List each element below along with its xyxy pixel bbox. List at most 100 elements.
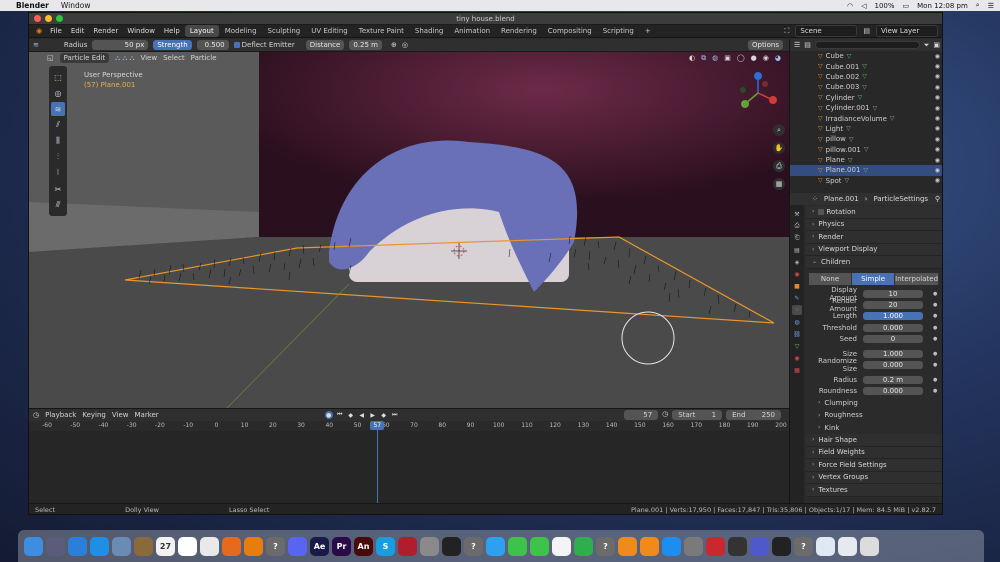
panel-physics[interactable]: › Physics xyxy=(806,218,942,231)
messages-bubble-icon[interactable] xyxy=(486,536,505,556)
visibility-eye-icon[interactable]: ◉ xyxy=(935,73,940,80)
grid-icon[interactable]: ▦ xyxy=(773,178,785,190)
add-tool[interactable]: ⫼ xyxy=(51,134,65,148)
tab-modeling[interactable]: Modeling xyxy=(220,25,262,37)
timeline-ruler[interactable]: -60 -50 -40 -30 -20 -10 0 10 20 30 40 50 60 70 80 90 100… xyxy=(29,421,789,431)
options-dropdown[interactable]: Options xyxy=(747,40,783,50)
property-value-field[interactable]: 20 xyxy=(863,301,923,309)
calendar-icon[interactable]: 27 xyxy=(156,536,175,556)
property-value-field[interactable]: 0 xyxy=(863,335,923,343)
panel-rotation[interactable]: › Rotation xyxy=(806,206,942,219)
children-simple-button[interactable]: Simple xyxy=(852,272,896,285)
outliner-row[interactable]: ▽ Cube.001 ▽ ◉ xyxy=(790,61,942,71)
menu-window[interactable]: Window xyxy=(123,27,159,35)
output-tab-icon[interactable]: ⎗ xyxy=(792,233,802,243)
skype-icon[interactable]: S xyxy=(376,536,395,556)
puff-tool[interactable]: ⦚ xyxy=(51,166,65,180)
preview-range-icon[interactable]: ◷ xyxy=(662,410,668,420)
property-value-field[interactable]: 0.2 m xyxy=(863,376,923,384)
property-value-field[interactable]: 0.000 xyxy=(863,387,923,395)
current-frame-field[interactable]: 57 xyxy=(624,410,659,420)
search-icon[interactable]: ⌕ xyxy=(976,1,980,10)
outliner-row[interactable]: ▽ Cube.002 ▽ ◉ xyxy=(790,72,942,82)
camera-icon[interactable]: ⎙ xyxy=(773,160,785,172)
cut-tool[interactable]: ✂ xyxy=(51,182,65,196)
battery-percent[interactable]: 100% xyxy=(875,2,895,10)
teams-icon[interactable] xyxy=(750,536,769,556)
keyframe-dot-icon[interactable]: ● xyxy=(933,325,939,331)
viewport-menu-select[interactable]: Select xyxy=(163,54,185,62)
visibility-eye-icon[interactable]: ◉ xyxy=(935,53,940,60)
timeline-area[interactable] xyxy=(29,431,789,503)
children-none-button[interactable]: None xyxy=(809,272,853,285)
books-icon[interactable] xyxy=(640,536,659,556)
chrome-icon[interactable] xyxy=(200,536,219,556)
xray-icon[interactable]: ▣ xyxy=(724,54,731,63)
visibility-eye-icon[interactable]: ◉ xyxy=(935,115,940,122)
timeline-menu-keying[interactable]: Keying xyxy=(82,411,106,419)
keyframe-dot-icon[interactable]: ● xyxy=(933,291,939,297)
overlay-icon[interactable]: ◍ xyxy=(712,54,718,63)
mail-icon[interactable] xyxy=(816,536,835,556)
outliner-row[interactable]: ▽ pillow.001 ▽ ◉ xyxy=(790,145,942,155)
gizmo-icon[interactable]: ⧉ xyxy=(701,54,706,63)
zoom-icon[interactable]: ⌕ xyxy=(773,124,785,136)
final-cut-icon[interactable] xyxy=(442,536,461,556)
property-value-field[interactable]: 1.000 xyxy=(863,312,923,320)
outliner-row[interactable]: ▽ Cylinder.001 ▽ ◉ xyxy=(790,103,942,113)
visibility-eye-icon[interactable]: ◉ xyxy=(935,167,940,174)
outliner-row[interactable]: ▽ Cube ▽ ◉ xyxy=(790,51,942,61)
strength-label[interactable]: Strength xyxy=(153,40,192,50)
keyframe-dot-icon[interactable]: ● xyxy=(933,377,939,383)
length-tool[interactable]: ⫶ xyxy=(51,150,65,164)
modifier-tab-icon[interactable]: ✎ xyxy=(792,293,802,303)
stickies-icon[interactable] xyxy=(178,536,197,556)
texture-tab-icon[interactable]: ▦ xyxy=(792,365,802,375)
outliner-type-icon[interactable]: ☰ xyxy=(794,41,800,49)
panel[interactable]: › Vertex Groups xyxy=(806,471,942,484)
discord-icon[interactable] xyxy=(288,536,307,556)
scene-selector[interactable]: Scene xyxy=(795,25,858,37)
children-interpolated-button[interactable]: Interpolated xyxy=(895,272,940,285)
keyframe-dot-icon[interactable]: ● xyxy=(933,362,939,368)
finder-icon[interactable] xyxy=(24,536,43,556)
animate-icon[interactable]: An xyxy=(354,536,373,556)
outliner-row[interactable]: ▽ Plane.001 ▽ ◉ xyxy=(790,165,942,176)
pan-hand-icon[interactable]: ✋ xyxy=(773,142,785,154)
keyframe-dot-icon[interactable]: ● xyxy=(933,336,939,342)
start-frame-field[interactable]: Start 1 xyxy=(672,410,723,420)
mode-selector[interactable]: Particle Edit xyxy=(59,53,110,63)
visibility-eye-icon[interactable]: ◉ xyxy=(935,94,940,101)
new-collection-icon[interactable]: ▣ xyxy=(933,41,940,49)
panel-children[interactable]: ⌄ Children xyxy=(806,256,942,269)
navigation-gizmo[interactable] xyxy=(735,70,781,116)
checkbox-icon[interactable] xyxy=(818,208,825,215)
help-icon[interactable]: ? xyxy=(464,536,483,556)
visibility-eye-icon[interactable]: ◉ xyxy=(935,157,940,164)
rendered-shading-icon[interactable]: ◕ xyxy=(775,54,781,63)
visibility-eye-icon[interactable]: ◉ xyxy=(935,125,940,132)
subpanel[interactable]: › Clumping xyxy=(806,397,942,410)
outliner-row[interactable]: ▽ IrradianceVolume ▽ ◉ xyxy=(790,113,942,123)
subpanel[interactable]: › Roughness xyxy=(806,409,942,422)
playhead-badge[interactable]: 57 xyxy=(370,421,385,430)
deflect-emitter-checkbox[interactable]: Deflect Emitter xyxy=(233,41,295,49)
system-preferences-icon[interactable] xyxy=(684,536,703,556)
notes-icon[interactable] xyxy=(134,536,153,556)
vlc-icon[interactable] xyxy=(618,536,637,556)
editor-type-icon[interactable]: ◱ xyxy=(47,54,54,62)
view-layer-icon[interactable]: ▤ xyxy=(863,27,870,35)
tab-texture-paint[interactable]: Texture Paint xyxy=(354,25,409,37)
radius-field[interactable]: 50 px xyxy=(92,40,149,50)
view-layer-tab-icon[interactable]: ▤ xyxy=(792,245,802,255)
panel[interactable]: › Field Weights xyxy=(806,446,942,459)
help-icon[interactable]: ? xyxy=(596,536,615,556)
outliner-row[interactable]: ▽ pillow ▽ ◉ xyxy=(790,134,942,144)
facetime-icon[interactable] xyxy=(508,536,527,556)
tab-layout[interactable]: Layout xyxy=(184,25,219,37)
blender-icon[interactable] xyxy=(244,536,263,556)
preview-icon[interactable] xyxy=(112,536,131,556)
panel[interactable]: › Textures xyxy=(806,484,942,497)
tab-animation[interactable]: Animation xyxy=(449,25,495,37)
outliner-row[interactable]: ▽ Cube.003 ▽ ◉ xyxy=(790,82,942,92)
